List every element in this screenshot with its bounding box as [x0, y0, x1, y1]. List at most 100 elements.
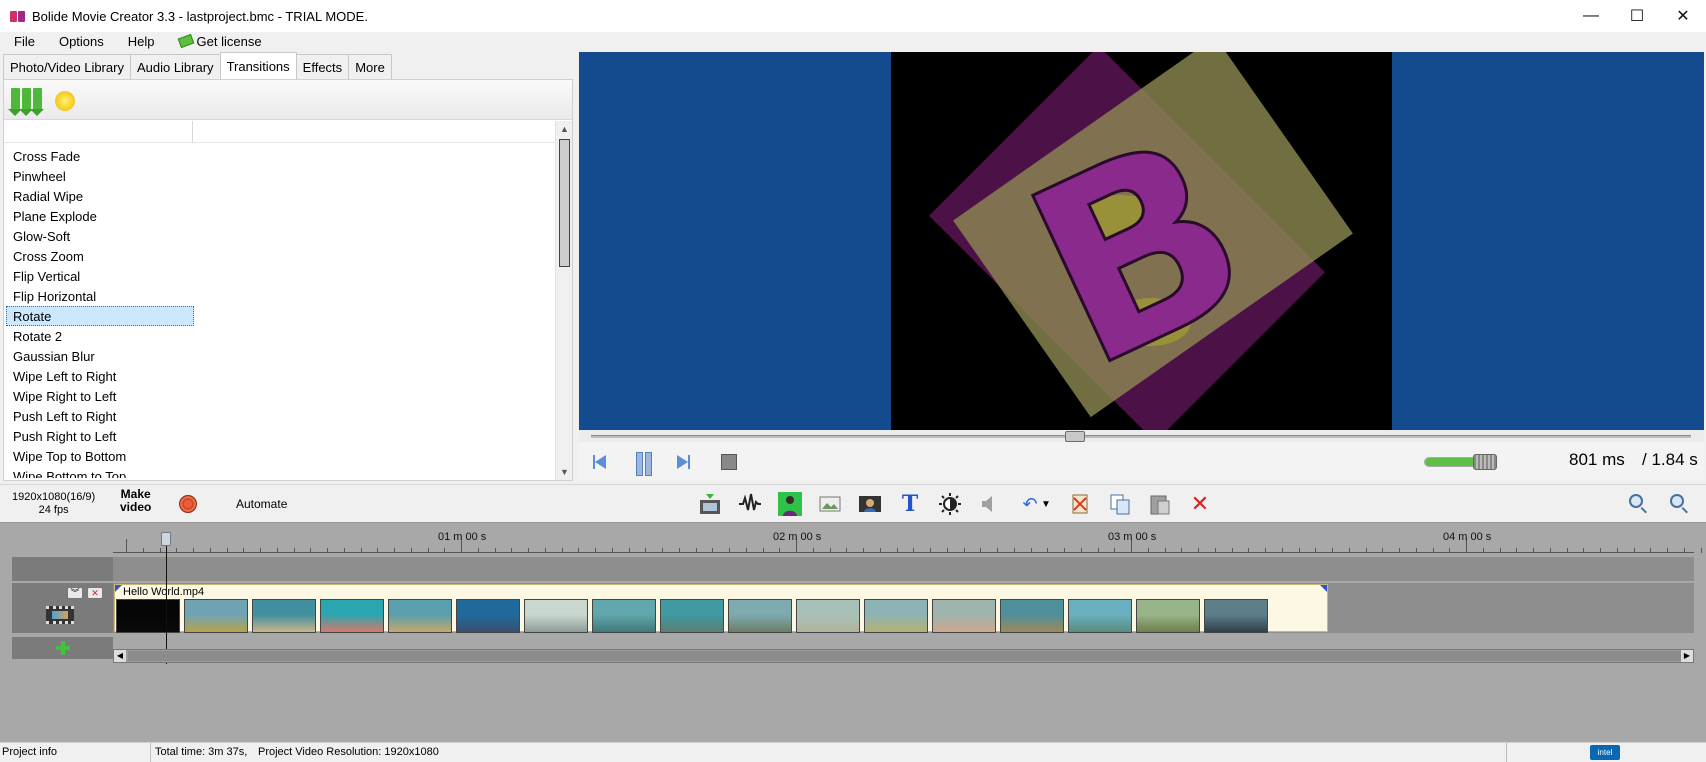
tab-photo-video-library[interactable]: Photo/Video Library	[3, 54, 131, 79]
transition-item[interactable]: Radial Wipe	[6, 186, 194, 206]
minimize-button[interactable]: —	[1568, 0, 1614, 32]
list-header	[4, 121, 572, 143]
brightness-icon[interactable]	[938, 492, 962, 516]
column-separator[interactable]	[192, 121, 193, 143]
next-frame-icon[interactable]	[673, 452, 693, 472]
rotate-transition-preview: B	[929, 52, 1353, 430]
ruler-tick	[1097, 548, 1099, 553]
menu-get-license[interactable]: Get license	[169, 34, 272, 49]
zoom-out-icon[interactable]	[1626, 493, 1648, 515]
transition-item[interactable]: Glow-Soft	[6, 226, 194, 246]
timeline-scroll-thumb[interactable]	[128, 651, 1683, 661]
ruler-tick	[1432, 548, 1434, 553]
transition-item[interactable]: Plane Explode	[6, 206, 194, 226]
seek-bar[interactable]	[579, 430, 1704, 442]
transition-item[interactable]: Push Left to Right	[6, 406, 194, 426]
delete-icon[interactable]: ✕	[1188, 491, 1212, 516]
playhead	[166, 546, 167, 664]
maximize-button[interactable]: ☐	[1614, 0, 1660, 32]
record-icon[interactable]	[179, 495, 197, 513]
ruler-tick	[176, 548, 178, 553]
text-icon[interactable]: T	[898, 491, 922, 517]
video-clip[interactable]: Hello World.mp4	[114, 584, 1328, 633]
automate-button[interactable]: Automate	[236, 497, 287, 511]
add-video-icon[interactable]	[698, 492, 722, 516]
undo-dropdown-icon[interactable]: ▼	[1040, 492, 1052, 516]
transition-item[interactable]: Gaussian Blur	[6, 346, 194, 366]
tab-effects[interactable]: Effects	[295, 54, 350, 79]
stop-icon[interactable]	[721, 454, 737, 470]
tab-more[interactable]: More	[348, 54, 392, 79]
volume-slider[interactable]	[1424, 454, 1497, 470]
remove-track-icon[interactable]: ✕	[87, 587, 103, 599]
transition-item[interactable]: Wipe Left to Right	[6, 366, 194, 386]
zoom-fit-icon[interactable]	[1667, 493, 1689, 515]
ruler-tick	[260, 548, 261, 553]
menu-file[interactable]: File	[4, 34, 45, 49]
time-ruler[interactable]: 01 m 00 s 02 m 00 s 03 m 00 s 04 m 00 s	[113, 525, 1702, 555]
ruler-tick	[343, 548, 345, 553]
transition-item[interactable]: Flip Vertical	[6, 266, 194, 286]
make-video-button[interactable]: Make video	[120, 488, 151, 514]
ruler-tick	[1013, 548, 1015, 553]
pause-icon[interactable]	[633, 452, 653, 476]
clip-thumbnail	[320, 599, 384, 633]
seek-track[interactable]	[591, 435, 1691, 438]
speaker-icon[interactable]	[978, 492, 1002, 516]
transition-item[interactable]: Wipe Right to Left	[6, 386, 194, 406]
project-resolution-status: Project Video Resolution: 1920x1080	[258, 746, 439, 758]
paste-icon[interactable]	[1148, 492, 1172, 516]
ruler-tick	[544, 548, 546, 553]
preview-frame: B	[891, 52, 1392, 430]
image-icon[interactable]	[818, 492, 842, 516]
tab-audio-library[interactable]: Audio Library	[129, 54, 221, 79]
transition-item[interactable]: Wipe Bottom to Top	[6, 466, 194, 478]
clip-thumbnail	[388, 599, 452, 633]
menu-help[interactable]: Help	[118, 34, 165, 49]
chroma-key-icon[interactable]	[778, 492, 802, 516]
seek-handle[interactable]	[1065, 431, 1085, 442]
copy-icon[interactable]	[1108, 492, 1132, 516]
scroll-thumb[interactable]	[559, 139, 570, 267]
add-track-icon[interactable]	[55, 640, 71, 656]
random-transition-icon[interactable]	[55, 91, 75, 111]
ruler-tick	[1214, 548, 1216, 553]
tab-transitions[interactable]: Transitions	[219, 52, 297, 79]
ruler-tick	[1499, 548, 1501, 553]
ruler-tick	[1348, 548, 1350, 553]
undo-icon[interactable]: ↶	[1018, 492, 1042, 516]
cut-icon[interactable]	[1068, 492, 1092, 516]
transition-item[interactable]: Cross Zoom	[6, 246, 194, 266]
previous-frame-icon[interactable]	[591, 452, 611, 472]
transitions-scrollbar[interactable]: ▲ ▼	[555, 121, 572, 480]
project-fps: 24 fps	[38, 504, 69, 516]
collapse-track-icon[interactable]: ︾	[67, 587, 83, 599]
overlay-track[interactable]	[113, 557, 1694, 581]
scroll-up-icon[interactable]: ▲	[556, 121, 573, 137]
transition-item[interactable]: Wipe Top to Bottom	[6, 446, 194, 466]
ruler-tick	[695, 548, 697, 553]
transition-item[interactable]: Rotate 2	[6, 326, 194, 346]
ruler-tick	[444, 548, 446, 553]
transition-item[interactable]: Pinwheel	[6, 166, 194, 186]
money-icon	[177, 33, 194, 49]
transition-item[interactable]: Push Right to Left	[6, 426, 194, 446]
portrait-icon[interactable]	[858, 492, 882, 516]
title-bar: Bolide Movie Creator 3.3 - lastproject.b…	[0, 0, 1706, 32]
volume-handle[interactable]	[1473, 454, 1497, 470]
scroll-down-icon[interactable]: ▼	[556, 464, 573, 480]
timeline-scrollbar[interactable]: ◀ ▶	[113, 649, 1694, 663]
transition-item[interactable]: Cross Fade	[6, 146, 194, 166]
scroll-left-icon[interactable]: ◀	[114, 650, 126, 662]
audio-wave-icon[interactable]	[738, 492, 762, 516]
close-button[interactable]: ✕	[1660, 0, 1706, 32]
ruler-tick	[193, 548, 194, 553]
scroll-right-icon[interactable]: ▶	[1681, 650, 1693, 662]
transition-item[interactable]: Rotate	[6, 306, 194, 326]
ruler-tick	[1583, 548, 1585, 553]
transition-item[interactable]: Flip Horizontal	[6, 286, 194, 306]
apply-transition-button[interactable]	[8, 88, 44, 116]
playhead-handle[interactable]	[161, 532, 171, 546]
ruler-tick	[578, 548, 580, 553]
menu-options[interactable]: Options	[49, 34, 114, 49]
